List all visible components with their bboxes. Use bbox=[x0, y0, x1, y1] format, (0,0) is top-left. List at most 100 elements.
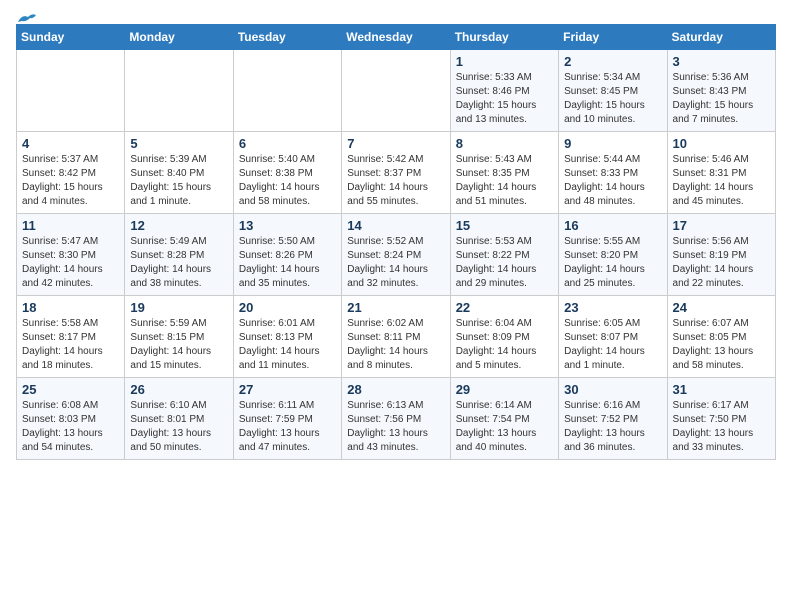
calendar-cell: 14 Sunrise: 5:52 AM Sunset: 8:24 PM Dayli… bbox=[342, 214, 450, 296]
day-number: 17 bbox=[673, 218, 770, 233]
day-info: Sunrise: 5:34 AM Sunset: 8:45 PM Dayligh… bbox=[564, 71, 661, 127]
calendar-cell: 4 Sunrise: 5:37 AM Sunset: 8:42 PM Daylig… bbox=[17, 132, 125, 214]
calendar-cell: 16 Sunrise: 5:55 AM Sunset: 8:20 PM Dayli… bbox=[559, 214, 667, 296]
day-number: 2 bbox=[564, 54, 661, 69]
calendar-cell: 23 Sunrise: 6:05 AM Sunset: 8:07 PM Dayli… bbox=[559, 296, 667, 378]
calendar-week-row: 11 Sunrise: 5:47 AM Sunset: 8:30 PM Dayli… bbox=[17, 214, 776, 296]
weekday-header: Saturday bbox=[667, 25, 775, 50]
day-number: 9 bbox=[564, 136, 661, 151]
day-number: 29 bbox=[456, 382, 553, 397]
calendar-cell: 13 Sunrise: 5:50 AM Sunset: 8:26 PM Dayli… bbox=[233, 214, 341, 296]
day-number: 23 bbox=[564, 300, 661, 315]
day-info: Sunrise: 5:47 AM Sunset: 8:30 PM Dayligh… bbox=[22, 235, 119, 291]
day-info: Sunrise: 5:53 AM Sunset: 8:22 PM Dayligh… bbox=[456, 235, 553, 291]
day-number: 6 bbox=[239, 136, 336, 151]
calendar-table: SundayMondayTuesdayWednesdayThursdayFrid… bbox=[16, 24, 776, 460]
calendar-cell: 27 Sunrise: 6:11 AM Sunset: 7:59 PM Dayli… bbox=[233, 378, 341, 460]
calendar-cell: 26Sunrise: 6:10 AM Sunset: 8:01 PM Dayli… bbox=[125, 378, 233, 460]
day-info: Sunrise: 5:52 AM Sunset: 8:24 PM Dayligh… bbox=[347, 235, 444, 291]
calendar-week-row: 1Sunrise: 5:33 AM Sunset: 8:46 PM Daylig… bbox=[17, 50, 776, 132]
calendar-cell bbox=[125, 50, 233, 132]
calendar-cell bbox=[233, 50, 341, 132]
day-info: Sunrise: 6:14 AM Sunset: 7:54 PM Dayligh… bbox=[456, 399, 553, 455]
day-number: 7 bbox=[347, 136, 444, 151]
day-info: Sunrise: 5:59 AM Sunset: 8:15 PM Dayligh… bbox=[130, 317, 227, 373]
day-info: Sunrise: 6:05 AM Sunset: 8:07 PM Dayligh… bbox=[564, 317, 661, 373]
calendar-cell: 19 Sunrise: 5:59 AM Sunset: 8:15 PM Dayli… bbox=[125, 296, 233, 378]
calendar-cell: 22 Sunrise: 6:04 AM Sunset: 8:09 PM Dayli… bbox=[450, 296, 558, 378]
weekday-header: Thursday bbox=[450, 25, 558, 50]
day-number: 11 bbox=[22, 218, 119, 233]
day-info: Sunrise: 6:17 AM Sunset: 7:50 PM Dayligh… bbox=[673, 399, 770, 455]
day-number: 24 bbox=[673, 300, 770, 315]
day-info: Sunrise: 5:40 AM Sunset: 8:38 PM Dayligh… bbox=[239, 153, 336, 209]
day-info: Sunrise: 5:33 AM Sunset: 8:46 PM Dayligh… bbox=[456, 71, 553, 127]
day-number: 30 bbox=[564, 382, 661, 397]
weekday-header: Sunday bbox=[17, 25, 125, 50]
day-info: Sunrise: 5:43 AM Sunset: 8:35 PM Dayligh… bbox=[456, 153, 553, 209]
day-info: Sunrise: 6:10 AM Sunset: 8:01 PM Dayligh… bbox=[130, 399, 227, 455]
calendar-cell: 28Sunrise: 6:13 AM Sunset: 7:56 PM Dayli… bbox=[342, 378, 450, 460]
calendar-cell: 5Sunrise: 5:39 AM Sunset: 8:40 PM Daylig… bbox=[125, 132, 233, 214]
calendar-cell: 17Sunrise: 5:56 AM Sunset: 8:19 PM Dayli… bbox=[667, 214, 775, 296]
day-info: Sunrise: 6:11 AM Sunset: 7:59 PM Dayligh… bbox=[239, 399, 336, 455]
day-number: 20 bbox=[239, 300, 336, 315]
day-info: Sunrise: 5:36 AM Sunset: 8:43 PM Dayligh… bbox=[673, 71, 770, 127]
day-number: 27 bbox=[239, 382, 336, 397]
day-info: Sunrise: 5:44 AM Sunset: 8:33 PM Dayligh… bbox=[564, 153, 661, 209]
day-info: Sunrise: 6:07 AM Sunset: 8:05 PM Dayligh… bbox=[673, 317, 770, 373]
calendar-cell: 8 Sunrise: 5:43 AM Sunset: 8:35 PM Daylig… bbox=[450, 132, 558, 214]
weekday-header: Friday bbox=[559, 25, 667, 50]
day-info: Sunrise: 6:08 AM Sunset: 8:03 PM Dayligh… bbox=[22, 399, 119, 455]
day-number: 21 bbox=[347, 300, 444, 315]
day-number: 16 bbox=[564, 218, 661, 233]
day-info: Sunrise: 6:16 AM Sunset: 7:52 PM Dayligh… bbox=[564, 399, 661, 455]
calendar-cell: 12 Sunrise: 5:49 AM Sunset: 8:28 PM Dayli… bbox=[125, 214, 233, 296]
calendar-cell bbox=[342, 50, 450, 132]
day-info: Sunrise: 6:04 AM Sunset: 8:09 PM Dayligh… bbox=[456, 317, 553, 373]
day-number: 15 bbox=[456, 218, 553, 233]
day-number: 18 bbox=[22, 300, 119, 315]
day-number: 22 bbox=[456, 300, 553, 315]
calendar-cell: 10 Sunrise: 5:46 AM Sunset: 8:31 PM Dayli… bbox=[667, 132, 775, 214]
calendar-cell bbox=[17, 50, 125, 132]
weekday-header: Wednesday bbox=[342, 25, 450, 50]
day-info: Sunrise: 6:01 AM Sunset: 8:13 PM Dayligh… bbox=[239, 317, 336, 373]
day-number: 3 bbox=[673, 54, 770, 69]
day-info: Sunrise: 5:50 AM Sunset: 8:26 PM Dayligh… bbox=[239, 235, 336, 291]
header-row: SundayMondayTuesdayWednesdayThursdayFrid… bbox=[17, 25, 776, 50]
calendar-cell: 1Sunrise: 5:33 AM Sunset: 8:46 PM Daylig… bbox=[450, 50, 558, 132]
calendar-week-row: 25 Sunrise: 6:08 AM Sunset: 8:03 PM Dayli… bbox=[17, 378, 776, 460]
calendar-cell: 11 Sunrise: 5:47 AM Sunset: 8:30 PM Dayli… bbox=[17, 214, 125, 296]
calendar-cell: 25 Sunrise: 6:08 AM Sunset: 8:03 PM Dayli… bbox=[17, 378, 125, 460]
calendar-cell: 2 Sunrise: 5:34 AM Sunset: 8:45 PM Daylig… bbox=[559, 50, 667, 132]
day-number: 8 bbox=[456, 136, 553, 151]
day-number: 10 bbox=[673, 136, 770, 151]
day-info: Sunrise: 6:13 AM Sunset: 7:56 PM Dayligh… bbox=[347, 399, 444, 455]
weekday-header: Monday bbox=[125, 25, 233, 50]
weekday-header: Tuesday bbox=[233, 25, 341, 50]
calendar-week-row: 18 Sunrise: 5:58 AM Sunset: 8:17 PM Dayli… bbox=[17, 296, 776, 378]
day-number: 25 bbox=[22, 382, 119, 397]
day-number: 4 bbox=[22, 136, 119, 151]
day-info: Sunrise: 5:49 AM Sunset: 8:28 PM Dayligh… bbox=[130, 235, 227, 291]
calendar-cell: 24 Sunrise: 6:07 AM Sunset: 8:05 PM Dayli… bbox=[667, 296, 775, 378]
day-number: 31 bbox=[673, 382, 770, 397]
day-number: 12 bbox=[130, 218, 227, 233]
day-info: Sunrise: 5:46 AM Sunset: 8:31 PM Dayligh… bbox=[673, 153, 770, 209]
calendar-cell: 7Sunrise: 5:42 AM Sunset: 8:37 PM Daylig… bbox=[342, 132, 450, 214]
calendar-cell: 30 Sunrise: 6:16 AM Sunset: 7:52 PM Dayli… bbox=[559, 378, 667, 460]
calendar-week-row: 4 Sunrise: 5:37 AM Sunset: 8:42 PM Daylig… bbox=[17, 132, 776, 214]
logo-bird-icon bbox=[16, 12, 38, 28]
day-number: 5 bbox=[130, 136, 227, 151]
day-info: Sunrise: 5:58 AM Sunset: 8:17 PM Dayligh… bbox=[22, 317, 119, 373]
day-number: 19 bbox=[130, 300, 227, 315]
day-info: Sunrise: 5:55 AM Sunset: 8:20 PM Dayligh… bbox=[564, 235, 661, 291]
calendar-cell: 31 Sunrise: 6:17 AM Sunset: 7:50 PM Dayli… bbox=[667, 378, 775, 460]
calendar-cell: 21 Sunrise: 6:02 AM Sunset: 8:11 PM Dayli… bbox=[342, 296, 450, 378]
day-number: 13 bbox=[239, 218, 336, 233]
day-info: Sunrise: 5:37 AM Sunset: 8:42 PM Dayligh… bbox=[22, 153, 119, 209]
day-info: Sunrise: 6:02 AM Sunset: 8:11 PM Dayligh… bbox=[347, 317, 444, 373]
calendar-cell: 20 Sunrise: 6:01 AM Sunset: 8:13 PM Dayli… bbox=[233, 296, 341, 378]
day-number: 14 bbox=[347, 218, 444, 233]
